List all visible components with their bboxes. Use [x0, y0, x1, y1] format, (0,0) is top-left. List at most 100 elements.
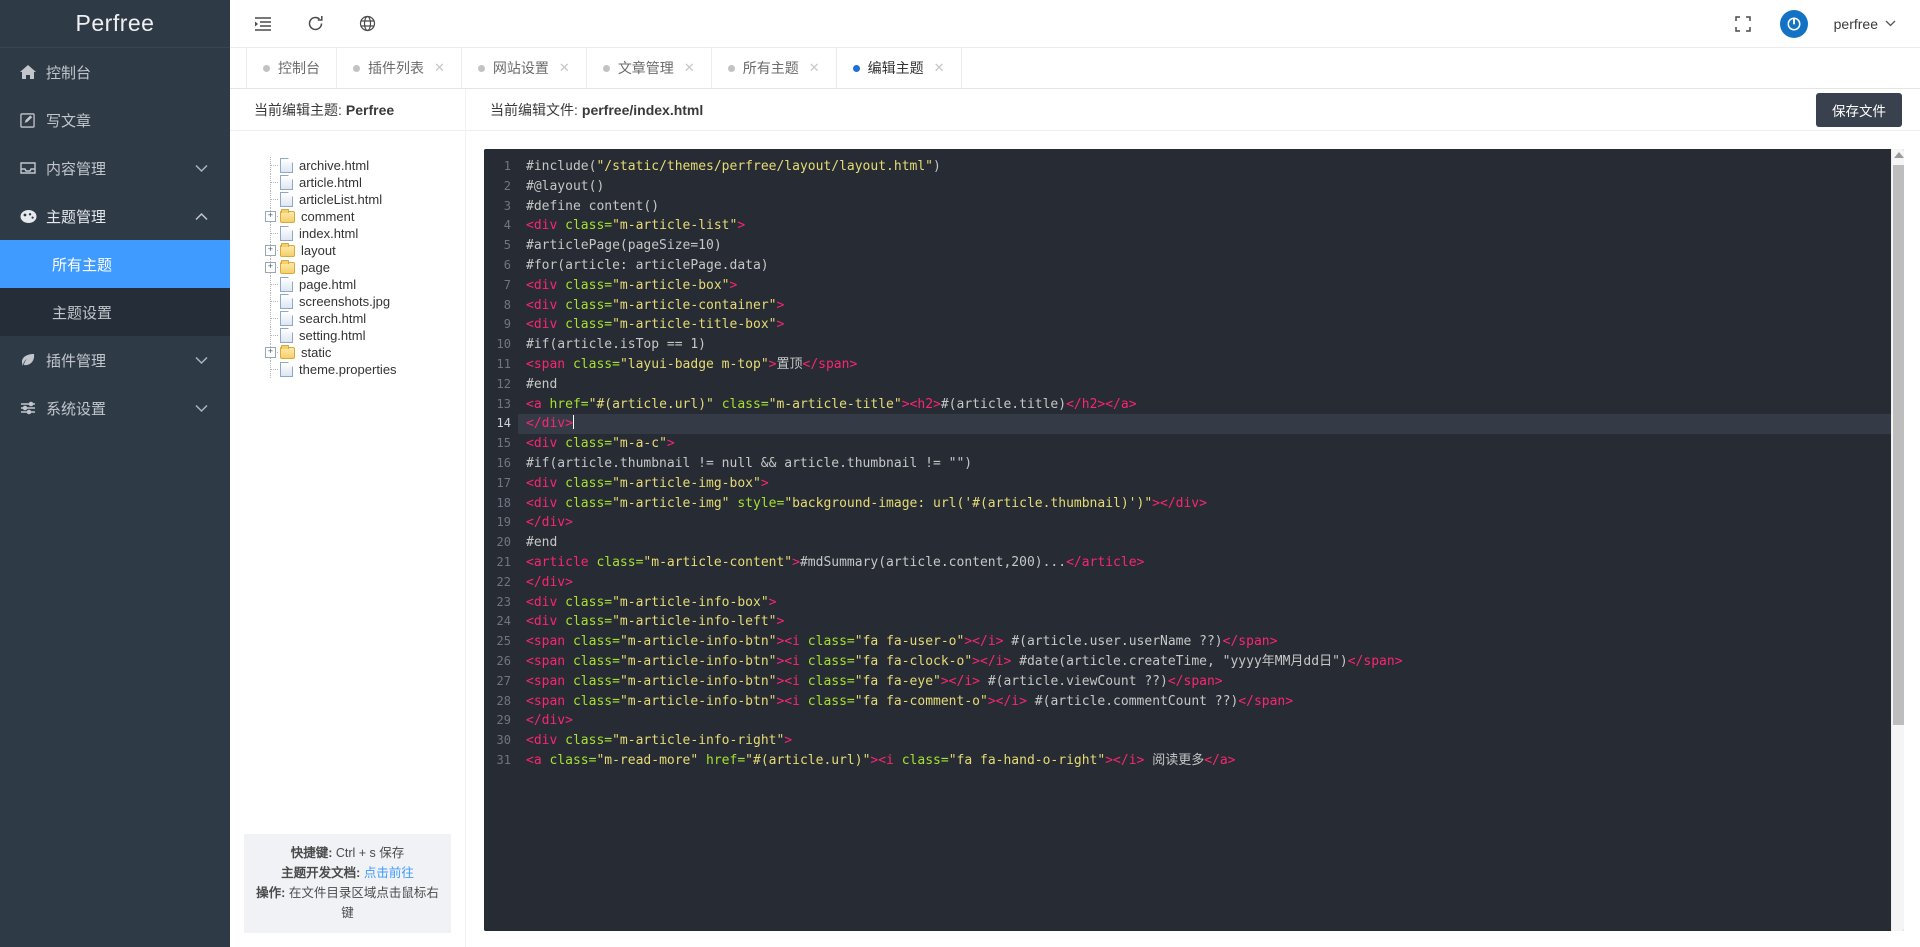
code-token: "fa fa-clock-o" [854, 653, 973, 669]
menu-fold-icon[interactable] [252, 13, 274, 35]
save-file-button[interactable]: 保存文件 [1816, 92, 1902, 127]
tab-article-mgmt[interactable]: 文章管理 ✕ [587, 48, 712, 88]
tree-folder-item[interactable]: + static [265, 344, 465, 361]
user-menu[interactable]: perfree [1834, 16, 1896, 32]
sidebar-item-system-settings[interactable]: 系统设置 [0, 384, 230, 432]
refresh-icon[interactable] [304, 13, 326, 35]
file-tree[interactable]: archive.html article.html articleList.html… [230, 131, 465, 834]
tab-site-settings[interactable]: 网站设置 ✕ [462, 48, 587, 88]
tab-dashboard[interactable]: 控制台 [246, 48, 337, 88]
tree-folder-item[interactable]: + comment [265, 208, 465, 225]
code-line[interactable]: #end [526, 375, 1904, 395]
code-line[interactable]: <div class="m-article-info-box"> [526, 593, 1904, 613]
code-editor[interactable]: 1 2 3 4 5 6 7 8 9 10 11 12 13 14 15 16 17 18 19 20 21 22 23 24 2… [484, 149, 1904, 931]
code-token: <div [526, 733, 566, 749]
tree-expand-icon[interactable]: + [265, 262, 276, 273]
theme-doc-link[interactable]: 点击前往 [364, 866, 414, 880]
tree-file-item[interactable]: page.html [266, 276, 465, 293]
hint-doc-label: 主题开发文档: [281, 866, 361, 880]
code-token: 阅读更多 [1144, 752, 1205, 768]
tree-file-item[interactable]: archive.html [266, 157, 465, 174]
code-line[interactable]: #if(article.thumbnail != null && article… [526, 454, 1904, 474]
avatar[interactable] [1779, 9, 1808, 38]
file-panel-hints: 快捷键: Ctrl + s 保存 主题开发文档: 点击前往 操作: 在文件目录区… [244, 834, 451, 933]
tab-all-themes[interactable]: 所有主题 ✕ [712, 48, 837, 88]
code-line[interactable]: <div class="m-article-title-box"> [526, 315, 1904, 335]
code-line[interactable]: <span class="m-article-info-btn"><i clas… [526, 672, 1904, 692]
code-token: class= [565, 317, 613, 333]
code-line[interactable]: <div class="m-article-img-box"> [526, 474, 1904, 494]
sidebar-item-plugin-mgmt[interactable]: 插件管理 [0, 336, 230, 384]
globe-icon[interactable] [356, 13, 378, 35]
code-token: class= [596, 554, 644, 570]
code-line[interactable]: #include("/static/themes/perfree/layout/… [526, 157, 1904, 177]
topbar-left-tools [230, 13, 378, 35]
code-line[interactable]: <span class="layui-badge m-top">置顶</span… [526, 355, 1904, 375]
code-line[interactable]: #define content() [526, 197, 1904, 217]
code-line[interactable]: #if(article.isTop == 1) [526, 335, 1904, 355]
code-line[interactable]: </div> [526, 513, 1904, 533]
code-line[interactable]: <div class="m-article-container"> [526, 296, 1904, 316]
tree-folder-item[interactable]: + page [265, 259, 465, 276]
code-line[interactable]: <div class="m-article-list"> [526, 216, 1904, 236]
tree-expand-icon[interactable]: + [265, 245, 276, 256]
tab-close-icon[interactable]: ✕ [809, 60, 820, 76]
code-line[interactable]: <a class="m-read-more" href="#(article.u… [526, 751, 1904, 771]
code-line[interactable]: <span class="m-article-info-btn"><i clas… [526, 652, 1904, 672]
sidebar-item-write-article[interactable]: 写文章 [0, 96, 230, 144]
code-token: #if(article.isTop == 1) [526, 337, 707, 353]
code-line[interactable]: <div class="m-article-info-right"> [526, 731, 1904, 751]
code-line[interactable]: <span class="m-article-info-btn"><i clas… [526, 692, 1904, 712]
tab-plugin-list[interactable]: 插件列表 ✕ [337, 48, 462, 88]
tab-close-icon[interactable]: ✕ [434, 60, 445, 76]
tree-folder-item[interactable]: + layout [265, 242, 465, 259]
tree-guide-line [266, 225, 280, 242]
code-line[interactable]: </div> [526, 414, 1904, 434]
code-line[interactable]: <a href="#(article.url)" class="m-articl… [526, 395, 1904, 415]
code-token: </a> [1204, 752, 1236, 768]
tab-label: 控制台 [278, 60, 320, 76]
code-line[interactable]: <div class="m-article-box"> [526, 276, 1904, 296]
code-line[interactable]: <article class="m-article-content">#mdSu… [526, 553, 1904, 573]
code-line[interactable]: #end [526, 533, 1904, 553]
sidebar-nav: 控制台 写文章 内容管理 主题管理 所有主题 主题设置 插件管理 系统设置 [0, 48, 230, 947]
sidebar-item-content-mgmt[interactable]: 内容管理 [0, 144, 230, 192]
tree-file-item[interactable]: index.html [266, 225, 465, 242]
tab-label: 网站设置 [492, 60, 549, 76]
line-number: 8 [503, 297, 511, 312]
app-logo: Perfree [0, 0, 230, 48]
tree-file-item[interactable]: theme.properties [266, 361, 465, 378]
sidebar-item-all-themes[interactable]: 所有主题 [0, 240, 230, 288]
fullscreen-icon[interactable] [1732, 13, 1754, 35]
tab-edit-theme[interactable]: 编辑主题 ✕ [837, 48, 962, 88]
code-token: class= [549, 752, 597, 768]
tab-close-icon[interactable]: ✕ [934, 60, 945, 76]
tree-file-item[interactable]: setting.html [266, 327, 465, 344]
code-line[interactable]: <div class="m-article-img" style="backgr… [526, 494, 1904, 514]
tree-file-item[interactable]: search.html [266, 310, 465, 327]
code-token: class= [572, 693, 620, 709]
tab-close-icon[interactable]: ✕ [684, 60, 695, 76]
code-line[interactable]: #for(article: articlePage.data) [526, 256, 1904, 276]
code-content[interactable]: #include("/static/themes/perfree/layout/… [518, 149, 1904, 931]
code-line[interactable]: <span class="m-article-info-btn"><i clas… [526, 632, 1904, 652]
sidebar-item-dashboard[interactable]: 控制台 [0, 48, 230, 96]
code-line[interactable]: #@layout() [526, 177, 1904, 197]
code-token: "m-article-info-btn" [619, 693, 777, 709]
tree-expand-icon[interactable]: + [265, 347, 276, 358]
tab-close-icon[interactable]: ✕ [559, 60, 570, 76]
tree-expand-icon[interactable]: + [265, 211, 276, 222]
code-token: > [776, 614, 785, 630]
code-line[interactable]: <div class="m-a-c"> [526, 434, 1904, 454]
code-line[interactable]: </div> [526, 711, 1904, 731]
tree-file-item[interactable]: article.html [266, 174, 465, 191]
code-line[interactable]: </div> [526, 573, 1904, 593]
code-line[interactable]: <div class="m-article-info-left"> [526, 612, 1904, 632]
sidebar-item-theme-mgmt[interactable]: 主题管理 [0, 192, 230, 240]
tree-item-label: theme.properties [299, 362, 397, 377]
sidebar-item-theme-settings[interactable]: 主题设置 [0, 288, 230, 336]
code-line[interactable]: #articlePage(pageSize=10) [526, 236, 1904, 256]
tree-file-item[interactable]: screenshots.jpg [266, 293, 465, 310]
tree-file-item[interactable]: articleList.html [266, 191, 465, 208]
